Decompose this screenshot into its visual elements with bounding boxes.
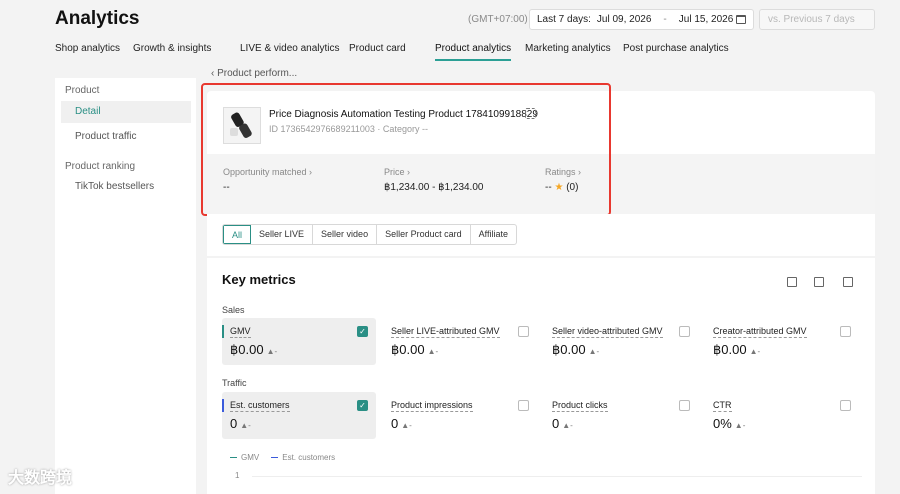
date-range-picker[interactable]: Last 7 days: Jul 09, 2026 - Jul 15, 2026 bbox=[529, 9, 754, 30]
chart-gridline bbox=[252, 476, 862, 477]
metric-card-product-clicks[interactable]: Product clicks 0 ▲- bbox=[544, 392, 698, 439]
trend-indicator: ▲- bbox=[401, 421, 412, 430]
sidebar-item-product-traffic[interactable]: Product traffic bbox=[61, 126, 191, 148]
metric-checkbox[interactable] bbox=[840, 400, 851, 411]
tab-product-card[interactable]: Product card bbox=[349, 43, 406, 54]
watermark-logo: 大数跨境 bbox=[8, 470, 73, 487]
sidebar: Product Detail Product traffic Product r… bbox=[55, 78, 196, 494]
compare-period-select[interactable]: vs. Previous 7 days bbox=[759, 9, 875, 30]
breadcrumb[interactable]: ‹ Product perform... bbox=[211, 68, 297, 79]
date-start: Jul 09, 2026 bbox=[596, 14, 652, 25]
tab-shop-analytics[interactable]: Shop analytics bbox=[55, 43, 120, 54]
trend-indicator: ▲- bbox=[734, 421, 746, 430]
metric-checkbox[interactable] bbox=[518, 326, 529, 337]
metric-card-gmv[interactable]: GMV ฿0.00 ▲- ✓ bbox=[222, 318, 376, 365]
tab-growth-insights[interactable]: Growth & insights bbox=[133, 43, 211, 54]
chart-legend: GMV Est. customers bbox=[230, 453, 335, 462]
sidebar-item-detail[interactable]: Detail bbox=[61, 101, 191, 123]
page-title: Analytics bbox=[55, 8, 140, 29]
sales-section-label: Sales bbox=[222, 305, 245, 315]
tab-live-video-analytics[interactable]: LIVE & video analytics bbox=[240, 43, 340, 54]
trend-indicator: ▲- bbox=[749, 347, 761, 356]
metric-value: 0 ▲- bbox=[230, 416, 251, 431]
metric-value-text: 0% bbox=[713, 416, 732, 431]
metric-card-est-customers[interactable]: Est. customers 0 ▲- ✓ bbox=[222, 392, 376, 439]
metric-value-text: ฿0.00 bbox=[552, 342, 586, 357]
clipboard-icon[interactable] bbox=[843, 277, 853, 287]
date-separator: - bbox=[663, 14, 667, 25]
edit-icon[interactable] bbox=[787, 277, 797, 287]
metric-card-creator-gmv[interactable]: Creator-attributed GMV ฿0.00 ▲- bbox=[705, 318, 859, 365]
metric-value: 0 ▲- bbox=[391, 416, 412, 431]
top-header: Analytics (GMT+07:00) Last 7 days: Jul 0… bbox=[0, 0, 900, 70]
metric-name: Product impressions bbox=[391, 400, 473, 412]
series-color-bar bbox=[222, 325, 224, 338]
metric-value-text: ฿0.00 bbox=[230, 342, 264, 357]
filter-seller-video[interactable]: Seller video bbox=[313, 225, 378, 244]
tab-marketing-analytics[interactable]: Marketing analytics bbox=[525, 43, 611, 54]
metric-value: ฿0.00 ▲- bbox=[391, 342, 438, 358]
download-icon[interactable] bbox=[814, 277, 824, 287]
legend-item-est-customers[interactable]: Est. customers bbox=[271, 453, 335, 462]
tab-product-analytics[interactable]: Product analytics bbox=[435, 43, 512, 61]
trend-indicator: ▲- bbox=[266, 347, 278, 356]
calendar-icon bbox=[736, 15, 746, 24]
metric-value-text: 0 bbox=[552, 416, 560, 431]
annotation-highlight-box bbox=[201, 83, 611, 216]
metric-value: ฿0.00 ▲- bbox=[230, 342, 277, 358]
filter-affiliate[interactable]: Affiliate bbox=[471, 225, 516, 244]
trend-indicator: ▲- bbox=[588, 347, 600, 356]
tab-post-purchase-analytics[interactable]: Post purchase analytics bbox=[623, 43, 729, 54]
channel-filter-bar: All Seller LIVE Seller video Seller Prod… bbox=[207, 214, 875, 256]
trend-indicator: ▲- bbox=[427, 347, 439, 356]
filter-seller-product-card[interactable]: Seller Product card bbox=[377, 225, 471, 244]
key-metrics-title: Key metrics bbox=[222, 272, 296, 287]
metric-checkbox[interactable] bbox=[840, 326, 851, 337]
metric-card-seller-live-gmv[interactable]: Seller LIVE-attributed GMV ฿0.00 ▲- bbox=[383, 318, 537, 365]
key-metrics-panel: Key metrics Sales GMV ฿0.00 ▲- ✓ Seller L… bbox=[207, 258, 875, 494]
metric-name: Product clicks bbox=[552, 400, 608, 412]
channel-segmented-control: All Seller LIVE Seller video Seller Prod… bbox=[222, 224, 517, 245]
legend-label: GMV bbox=[241, 453, 260, 462]
metric-checkbox[interactable]: ✓ bbox=[357, 326, 368, 337]
metric-value: 0 ▲- bbox=[552, 416, 573, 431]
date-range-label: Last 7 days: bbox=[537, 14, 591, 25]
metric-name: Creator-attributed GMV bbox=[713, 326, 807, 338]
y-axis-tick: 1 bbox=[235, 471, 240, 480]
metric-name: GMV bbox=[230, 326, 251, 338]
sidebar-section-product-ranking: Product ranking bbox=[65, 161, 136, 172]
metric-checkbox[interactable]: ✓ bbox=[357, 400, 368, 411]
sidebar-item-tiktok-bestsellers[interactable]: TikTok bestsellers bbox=[61, 176, 191, 198]
metric-value-text: 0 bbox=[230, 416, 238, 431]
date-end: Jul 15, 2026 bbox=[678, 14, 734, 25]
metric-name: Seller LIVE-attributed GMV bbox=[391, 326, 500, 338]
metric-card-ctr[interactable]: CTR 0% ▲- bbox=[705, 392, 859, 439]
metric-checkbox[interactable] bbox=[679, 326, 690, 337]
metric-checkbox[interactable] bbox=[679, 400, 690, 411]
metric-value: 0% ▲- bbox=[713, 416, 745, 431]
metric-value-text: 0 bbox=[391, 416, 399, 431]
legend-item-gmv[interactable]: GMV bbox=[230, 453, 259, 462]
metric-value-text: ฿0.00 bbox=[713, 342, 747, 357]
metric-value: ฿0.00 ▲- bbox=[713, 342, 760, 358]
metric-name: Seller video-attributed GMV bbox=[552, 326, 663, 338]
filter-all[interactable]: All bbox=[223, 225, 252, 244]
metric-name: Est. customers bbox=[230, 400, 290, 412]
filter-seller-live[interactable]: Seller LIVE bbox=[251, 225, 314, 244]
metric-value: ฿0.00 ▲- bbox=[552, 342, 599, 358]
trend-indicator: ▲- bbox=[240, 421, 251, 430]
sidebar-section-product: Product bbox=[65, 85, 100, 96]
trend-indicator: ▲- bbox=[562, 421, 573, 430]
timezone-label: (GMT+07:00) bbox=[468, 14, 528, 25]
series-color-bar bbox=[222, 399, 224, 412]
metric-card-product-impressions[interactable]: Product impressions 0 ▲- bbox=[383, 392, 537, 439]
metric-card-seller-video-gmv[interactable]: Seller video-attributed GMV ฿0.00 ▲- bbox=[544, 318, 698, 365]
metric-checkbox[interactable] bbox=[518, 400, 529, 411]
legend-label: Est. customers bbox=[282, 453, 336, 462]
traffic-section-label: Traffic bbox=[222, 378, 247, 388]
metric-value-text: ฿0.00 bbox=[391, 342, 425, 357]
metric-name: CTR bbox=[713, 400, 732, 412]
